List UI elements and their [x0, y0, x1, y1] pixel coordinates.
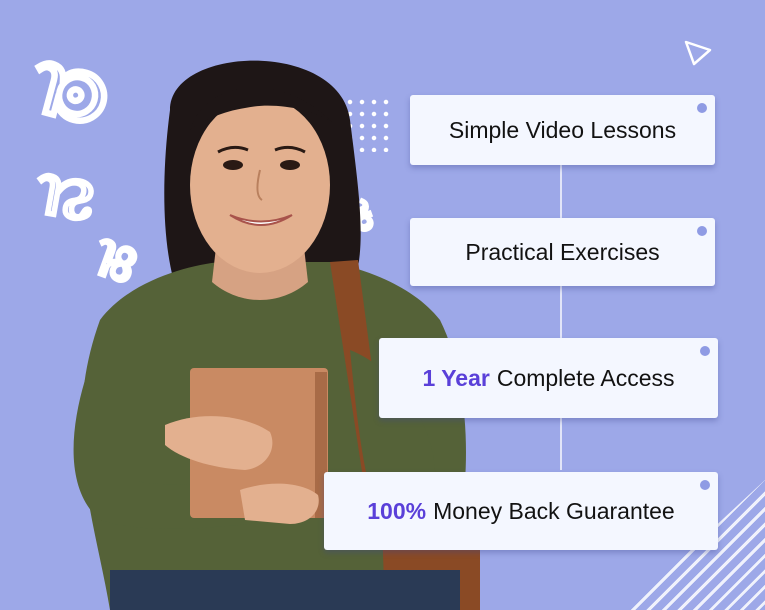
promo-banner: { "colors": { "background": "#9DA8E8", "… — [0, 0, 765, 610]
feature-text: Money Back Guarantee — [433, 497, 675, 524]
feature-card-money-back: 100% Money Back Guarantee — [324, 472, 718, 550]
feature-card-video-lessons: Simple Video Lessons — [410, 95, 715, 165]
pin-dot-icon — [697, 103, 707, 113]
feature-card-practical-exercises: Practical Exercises — [410, 218, 715, 286]
feature-text: Practical Exercises — [465, 238, 660, 265]
connector-line — [560, 165, 562, 470]
pin-dot-icon — [700, 346, 710, 356]
play-triangle-icon — [684, 40, 712, 66]
feature-text: Complete Access — [496, 364, 675, 391]
pin-dot-icon — [697, 226, 707, 236]
feature-highlight: 100% — [367, 497, 427, 524]
feature-card-year-access: 1 Year Complete Access — [379, 338, 718, 418]
feature-highlight: 1 Year — [422, 364, 490, 391]
pin-dot-icon — [700, 480, 710, 490]
feature-text: Simple Video Lessons — [448, 116, 677, 143]
